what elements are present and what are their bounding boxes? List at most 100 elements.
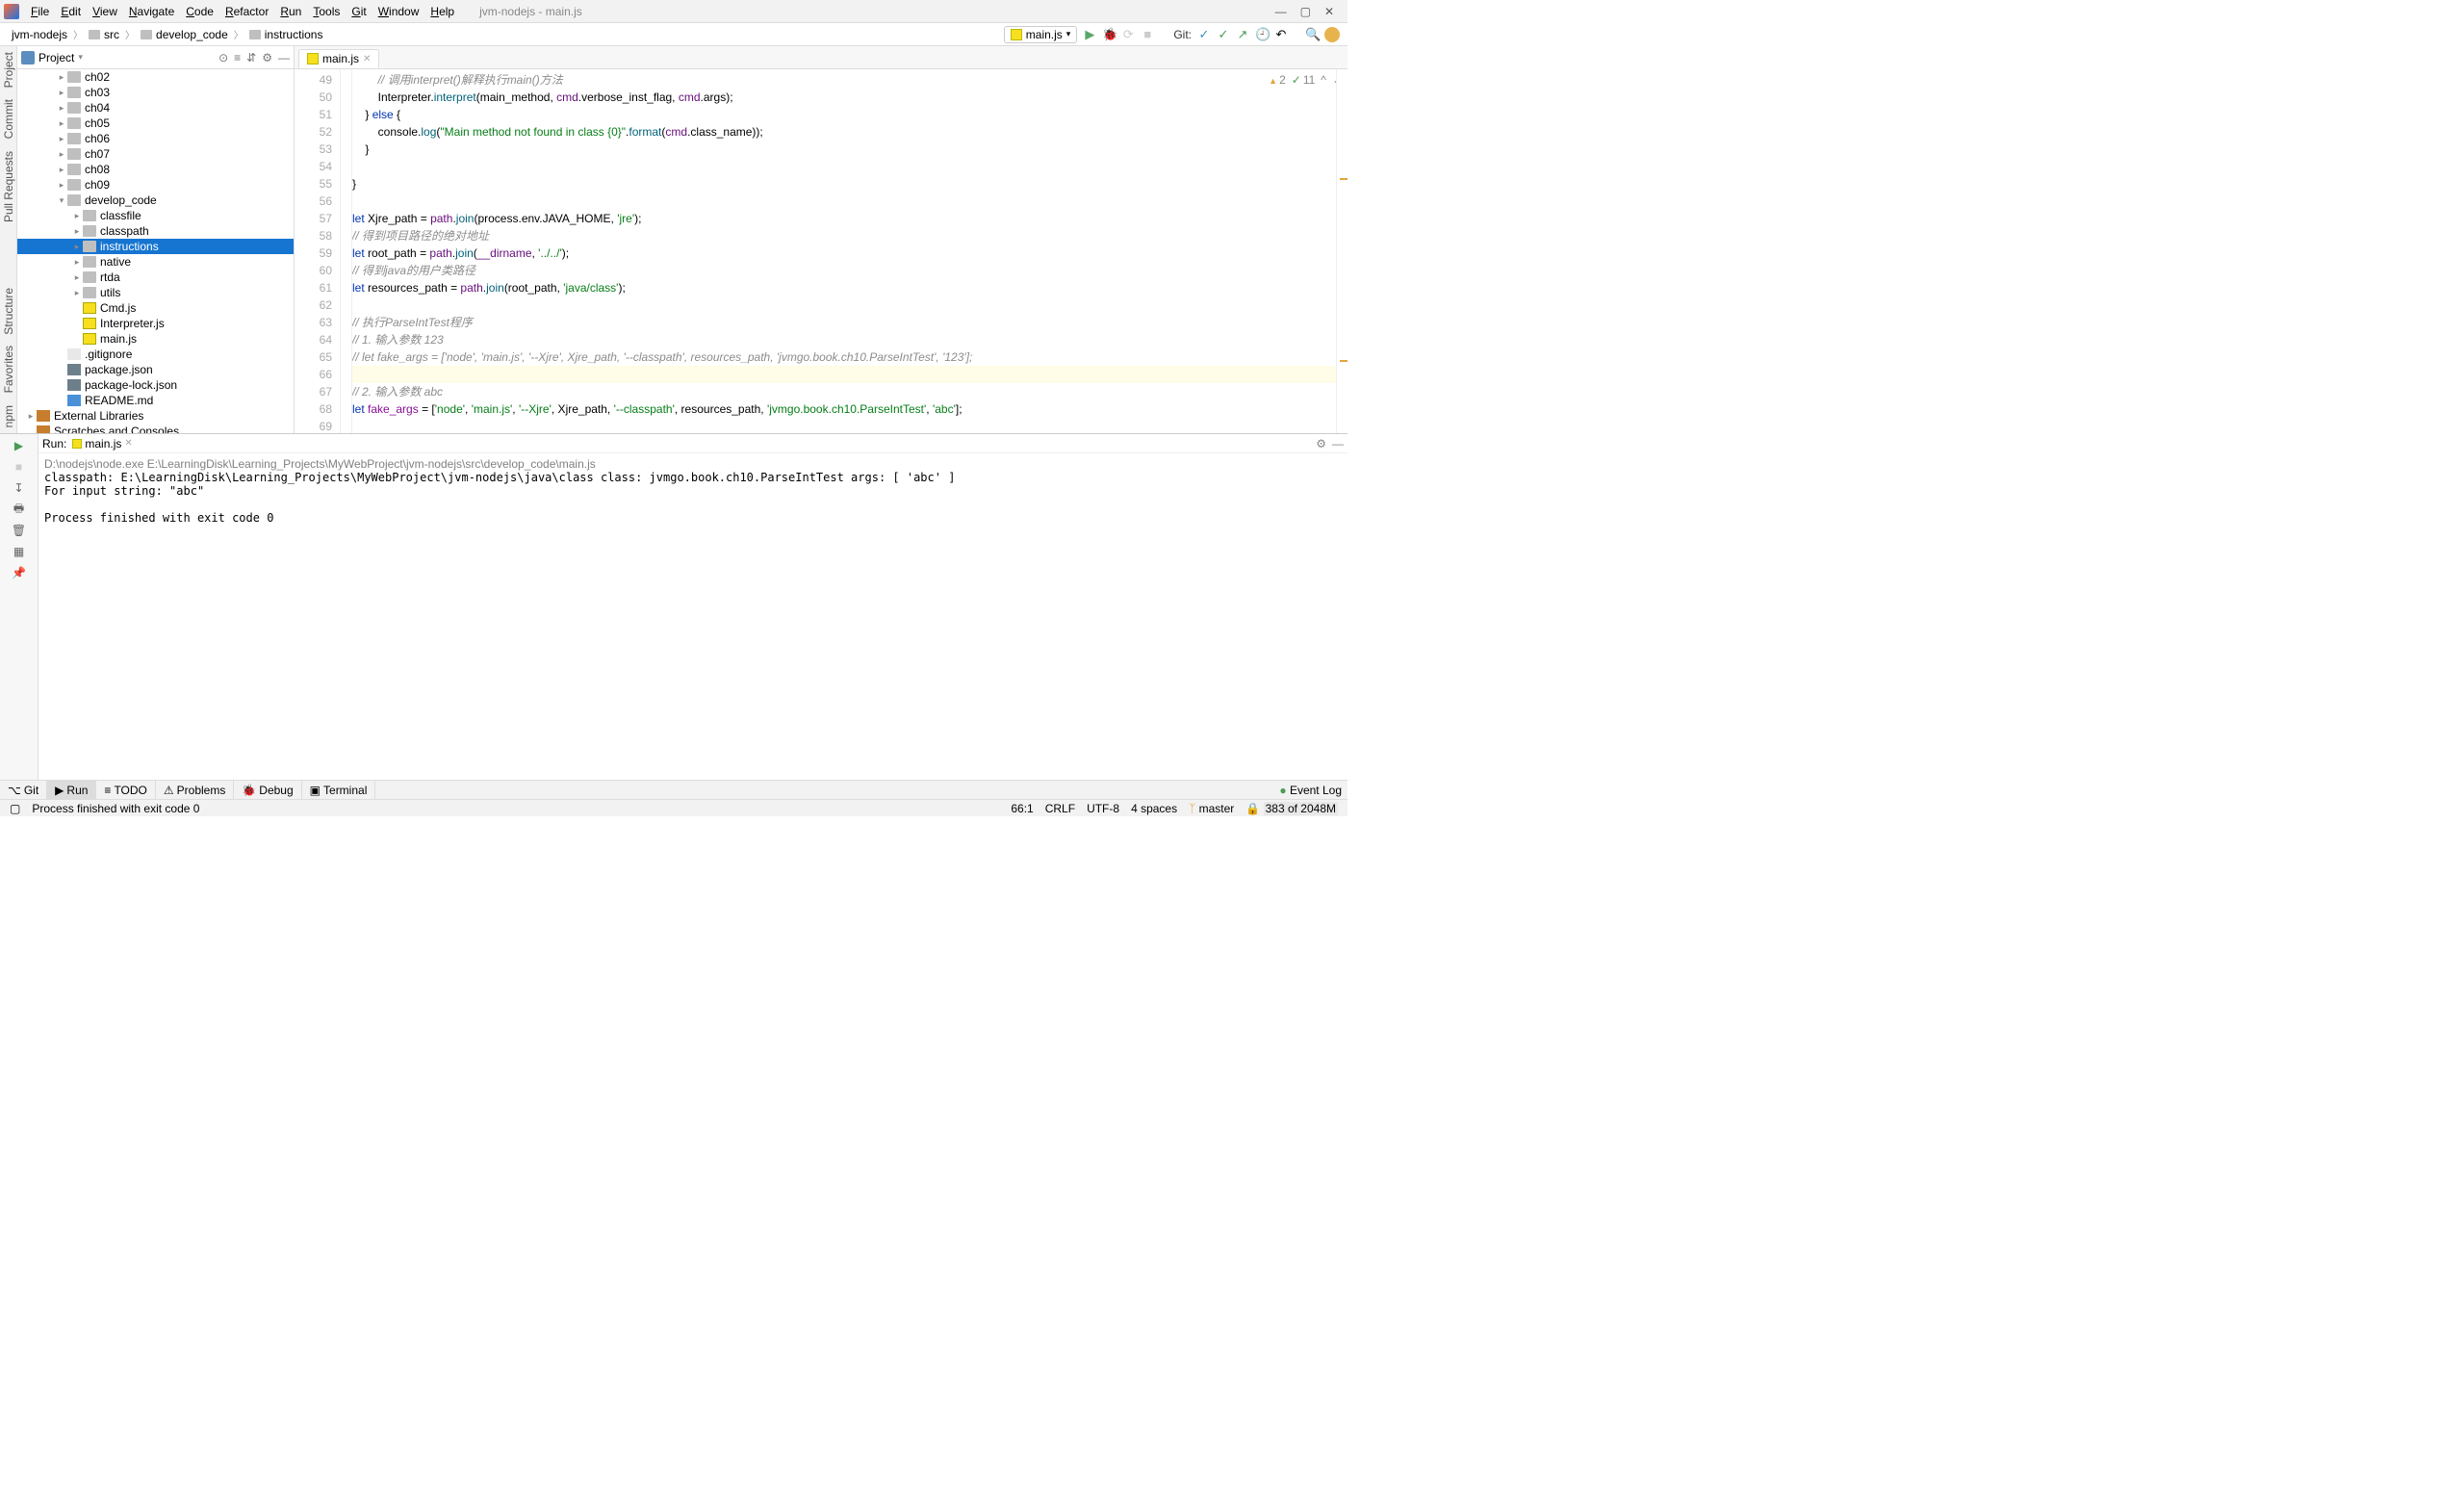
status-item[interactable]: 🔒 383 of 2048M xyxy=(1240,802,1344,815)
pull-requests-tab[interactable]: Pull Requests xyxy=(2,145,15,228)
run-config-dropdown[interactable]: main.js ▾ xyxy=(1004,26,1078,43)
tree-node[interactable]: .gitignore xyxy=(17,347,294,362)
menu-run[interactable]: Run xyxy=(274,5,307,18)
code-area[interactable]: // 调用interpret()解释执行main()方法 Interpreter… xyxy=(352,69,1336,433)
menu-code[interactable]: Code xyxy=(180,5,219,18)
debug-button[interactable]: 🐞 xyxy=(1102,27,1116,42)
run-button[interactable]: ▶ xyxy=(1083,27,1096,42)
gear-icon[interactable]: ⚙ xyxy=(262,51,272,64)
pin-icon[interactable]: 📌 xyxy=(12,565,27,580)
tree-node[interactable]: ▸ch07 xyxy=(17,146,294,162)
status-item[interactable]: 66:1 xyxy=(1005,802,1039,815)
menu-git[interactable]: Git xyxy=(346,5,372,18)
tree-node[interactable]: ▸utils xyxy=(17,285,294,300)
tree-node[interactable]: ▸ch06 xyxy=(17,131,294,146)
collapse-all-icon[interactable]: ⇵ xyxy=(246,51,256,64)
commit-icon[interactable]: ✓ xyxy=(1217,27,1230,42)
minimize-icon[interactable]: — xyxy=(1275,5,1287,18)
print-icon[interactable]: 🖶 xyxy=(12,502,27,517)
menu-view[interactable]: View xyxy=(87,5,123,18)
project-tree[interactable]: ▸ch02▸ch03▸ch04▸ch05▸ch06▸ch07▸ch08▸ch09… xyxy=(17,69,294,433)
close-icon[interactable]: ✕ xyxy=(1324,5,1334,18)
menu-tools[interactable]: Tools xyxy=(307,5,346,18)
favorites-tab[interactable]: Favorites xyxy=(2,340,15,399)
bottom-tab-run[interactable]: ▶Run xyxy=(47,781,96,799)
breadcrumb[interactable]: instructions xyxy=(245,28,327,41)
run-coverage-button[interactable]: ⟳ xyxy=(1121,27,1135,42)
run-tab[interactable]: main.js ✕ xyxy=(66,437,138,450)
status-item[interactable]: UTF-8 xyxy=(1081,802,1125,815)
project-tool-tab[interactable]: Project xyxy=(2,46,15,93)
bottom-tab-git[interactable]: ⌥Git xyxy=(0,781,47,799)
tree-node[interactable]: ▸classpath xyxy=(17,223,294,239)
tree-node[interactable]: ▾develop_code xyxy=(17,193,294,208)
tree-node[interactable]: ▸External Libraries xyxy=(17,408,294,424)
close-tab-icon[interactable]: ✕ xyxy=(124,438,132,449)
status-item[interactable]: CRLF xyxy=(1040,802,1081,815)
scroll-to-end-icon[interactable]: ↧ xyxy=(12,480,27,496)
push-icon[interactable]: ↗ xyxy=(1236,27,1249,42)
menu-window[interactable]: Window xyxy=(372,5,425,18)
gear-icon[interactable]: ⚙ xyxy=(1316,437,1326,450)
structure-tab[interactable]: Structure xyxy=(2,282,15,341)
tree-node[interactable]: ▸ch02 xyxy=(17,69,294,85)
menu-navigate[interactable]: Navigate xyxy=(123,5,180,18)
tree-node[interactable]: ▸ch04 xyxy=(17,100,294,116)
menu-file[interactable]: File xyxy=(25,5,55,18)
console-output[interactable]: D:\nodejs\node.exe E:\LearningDisk\Learn… xyxy=(38,453,1348,780)
tree-node[interactable]: ▸ch05 xyxy=(17,116,294,131)
editor[interactable]: 4950515253545556575859606162636465666768… xyxy=(295,69,1348,433)
breadcrumb[interactable]: src xyxy=(85,28,123,41)
inspection-widget[interactable]: 2 11 ^ ⌄ xyxy=(1269,73,1342,87)
tool-windows-icon[interactable]: ▢ xyxy=(4,802,26,815)
tree-node[interactable]: ▸classfile xyxy=(17,208,294,223)
bottom-tab-todo[interactable]: ≡TODO xyxy=(96,781,155,799)
tree-node[interactable]: package-lock.json xyxy=(17,377,294,393)
breadcrumb[interactable]: jvm-nodejs xyxy=(8,28,71,41)
bottom-tab-terminal[interactable]: ▣Terminal xyxy=(302,781,376,799)
chevron-up-icon[interactable]: ^ xyxy=(1321,73,1326,87)
rollback-icon[interactable]: ↶ xyxy=(1274,27,1288,42)
bottom-tab-problems[interactable]: ⚠Problems xyxy=(156,781,234,799)
search-icon[interactable]: 🔍 xyxy=(1305,27,1319,42)
tree-node[interactable]: Interpreter.js xyxy=(17,316,294,331)
chevron-down-icon[interactable]: ▾ xyxy=(78,52,83,63)
menu-edit[interactable]: Edit xyxy=(55,5,87,18)
history-icon[interactable]: 🕘 xyxy=(1255,27,1269,42)
layout-icon[interactable]: ▦ xyxy=(12,544,27,559)
error-stripe[interactable] xyxy=(1336,69,1348,433)
tree-node[interactable]: package.json xyxy=(17,362,294,377)
editor-tab[interactable]: main.js ✕ xyxy=(298,49,379,68)
breadcrumb[interactable]: develop_code xyxy=(137,28,232,41)
tree-node[interactable]: main.js xyxy=(17,331,294,347)
bottom-tab-debug[interactable]: 🐞Debug xyxy=(234,781,301,799)
status-item[interactable]: 4 spaces xyxy=(1125,802,1183,815)
commit-tool-tab[interactable]: Commit xyxy=(2,93,15,144)
menu-help[interactable]: Help xyxy=(424,5,460,18)
tree-node[interactable]: Cmd.js xyxy=(17,300,294,316)
menu-refactor[interactable]: Refactor xyxy=(219,5,274,18)
tree-node[interactable]: ▸ch09 xyxy=(17,177,294,193)
status-item[interactable]: ᛉ master xyxy=(1183,802,1240,815)
hide-icon[interactable]: — xyxy=(1332,437,1344,450)
tree-node[interactable]: README.md xyxy=(17,393,294,408)
npm-tab[interactable]: npm xyxy=(2,399,15,433)
select-opened-icon[interactable]: ⊙ xyxy=(218,51,228,64)
update-project-icon[interactable]: ✓ xyxy=(1197,27,1211,42)
tree-node[interactable]: ▸ch03 xyxy=(17,85,294,100)
stop-process-button[interactable]: ■ xyxy=(12,459,27,475)
fold-column[interactable] xyxy=(341,69,352,433)
close-tab-icon[interactable]: ✕ xyxy=(363,54,371,64)
tree-node[interactable]: ▸native xyxy=(17,254,294,270)
clear-icon[interactable]: 🗑 xyxy=(12,523,27,538)
tree-node[interactable]: Scratches and Consoles xyxy=(17,424,294,433)
stop-button[interactable]: ■ xyxy=(1141,27,1154,41)
avatar-icon[interactable] xyxy=(1324,27,1340,42)
event-log-button[interactable]: Event Log xyxy=(1290,784,1342,797)
expand-all-icon[interactable]: ≡ xyxy=(234,51,241,64)
maximize-icon[interactable]: ▢ xyxy=(1300,5,1311,18)
tree-node[interactable]: ▸rtda xyxy=(17,270,294,285)
rerun-button[interactable]: ▶ xyxy=(12,438,27,453)
tree-node[interactable]: ▸ch08 xyxy=(17,162,294,177)
hide-icon[interactable]: — xyxy=(278,51,290,64)
